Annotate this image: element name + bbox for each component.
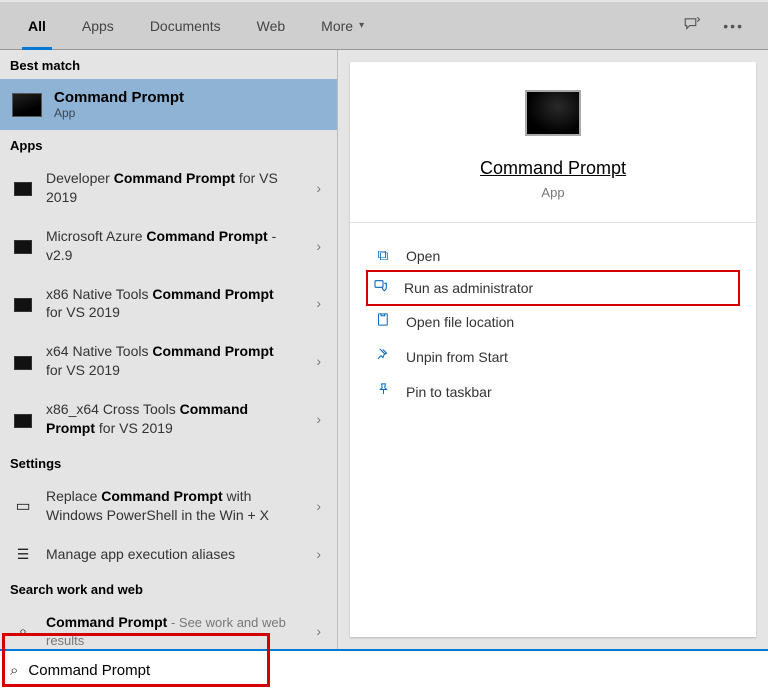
- section-apps: Apps: [0, 130, 337, 159]
- chevron-right-icon[interactable]: ›: [312, 623, 325, 639]
- cmd-icon: [14, 298, 32, 312]
- best-match-title: Command Prompt: [54, 89, 184, 106]
- tab-label: Web: [257, 18, 286, 34]
- more-icon[interactable]: •••: [723, 18, 744, 34]
- action-label: Run as administrator: [404, 280, 533, 296]
- section-best-match: Best match: [0, 50, 337, 79]
- tab-apps[interactable]: Apps: [64, 2, 132, 49]
- tab-label: Documents: [150, 18, 221, 34]
- best-match-item[interactable]: Command Prompt App: [0, 79, 337, 130]
- tab-web[interactable]: Web: [239, 2, 304, 49]
- chevron-right-icon[interactable]: ›: [312, 411, 325, 427]
- best-match-sub: App: [54, 106, 184, 120]
- action-open-location[interactable]: Open file location: [368, 304, 738, 339]
- search-input[interactable]: [28, 662, 758, 679]
- chevron-right-icon[interactable]: ›: [312, 353, 325, 369]
- monitor-icon: ▭: [15, 496, 30, 516]
- chevron-right-icon[interactable]: ›: [312, 295, 325, 311]
- chevron-right-icon[interactable]: ›: [312, 238, 325, 254]
- pin-icon: [374, 382, 392, 401]
- tab-label: All: [28, 18, 46, 34]
- list-item-label: Manage app execution aliases: [46, 545, 300, 564]
- tab-more[interactable]: More ▾: [303, 2, 382, 49]
- results-pane: Best match Command Prompt App Apps Devel…: [0, 50, 338, 649]
- list-item[interactable]: x86 Native Tools Command Prompt for VS 2…: [0, 275, 337, 333]
- cmd-icon: [14, 414, 32, 428]
- cmd-icon: [14, 240, 32, 254]
- action-run-as-admin[interactable]: Run as administrator: [366, 270, 740, 306]
- search-bar[interactable]: ⌕: [0, 649, 768, 689]
- app-type-label: App: [541, 185, 564, 200]
- list-item[interactable]: ⌕ Command Prompt - See work and web resu…: [0, 603, 337, 649]
- tab-label: Apps: [82, 18, 114, 34]
- cmd-icon: [14, 356, 32, 370]
- chevron-down-icon: ▾: [359, 20, 364, 31]
- action-label: Unpin from Start: [406, 349, 508, 365]
- action-open[interactable]: ⧉ Open: [368, 239, 738, 272]
- list-item-label: x64 Native Tools Command Prompt for VS 2…: [46, 342, 300, 380]
- list-item[interactable]: x86_x64 Cross Tools Command Prompt for V…: [0, 390, 337, 448]
- list-item[interactable]: ▭ Replace Command Prompt with Windows Po…: [0, 477, 337, 535]
- chevron-right-icon[interactable]: ›: [312, 180, 325, 196]
- folder-icon: [374, 312, 392, 331]
- list-item[interactable]: Developer Command Prompt for VS 2019 ›: [0, 159, 337, 217]
- section-settings: Settings: [0, 448, 337, 477]
- action-label: Pin to taskbar: [406, 384, 492, 400]
- tab-documents[interactable]: Documents: [132, 2, 239, 49]
- action-pin-taskbar[interactable]: Pin to taskbar: [368, 374, 738, 409]
- list-item-label: Developer Command Prompt for VS 2019: [46, 169, 300, 207]
- open-icon: ⧉: [374, 247, 392, 264]
- tab-all[interactable]: All: [10, 2, 64, 49]
- cmd-icon: [14, 182, 32, 196]
- action-label: Open file location: [406, 314, 514, 330]
- action-label: Open: [406, 248, 440, 264]
- action-unpin-start[interactable]: Unpin from Start: [368, 339, 738, 374]
- list-item-label: Command Prompt - See work and web result…: [46, 613, 300, 649]
- chevron-right-icon[interactable]: ›: [312, 546, 325, 562]
- list-item-label: Replace Command Prompt with Windows Powe…: [46, 487, 300, 525]
- section-web: Search work and web: [0, 574, 337, 603]
- list-icon: ☰: [17, 546, 30, 563]
- cmd-icon: [525, 90, 581, 136]
- unpin-icon: [374, 347, 392, 366]
- list-item-label: x86_x64 Cross Tools Command Prompt for V…: [46, 400, 300, 438]
- search-tabbar: All Apps Documents Web More ▾ •••: [0, 0, 768, 50]
- app-title-link[interactable]: Command Prompt: [480, 158, 626, 179]
- tab-label: More: [321, 18, 353, 34]
- search-icon: ⌕: [19, 623, 27, 640]
- list-item-label: Microsoft Azure Command Prompt - v2.9: [46, 227, 300, 265]
- cmd-icon: [12, 93, 42, 117]
- list-item[interactable]: ☰ Manage app execution aliases ›: [0, 535, 337, 574]
- list-item[interactable]: x64 Native Tools Command Prompt for VS 2…: [0, 332, 337, 390]
- shield-icon: [372, 278, 390, 298]
- feedback-icon[interactable]: [683, 15, 701, 36]
- chevron-right-icon[interactable]: ›: [312, 498, 325, 514]
- details-pane: Command Prompt App ⧉ Open Run as adminis…: [338, 50, 768, 649]
- search-icon: ⌕: [10, 662, 18, 679]
- list-item-label: x86 Native Tools Command Prompt for VS 2…: [46, 285, 300, 323]
- list-item[interactable]: Microsoft Azure Command Prompt - v2.9 ›: [0, 217, 337, 275]
